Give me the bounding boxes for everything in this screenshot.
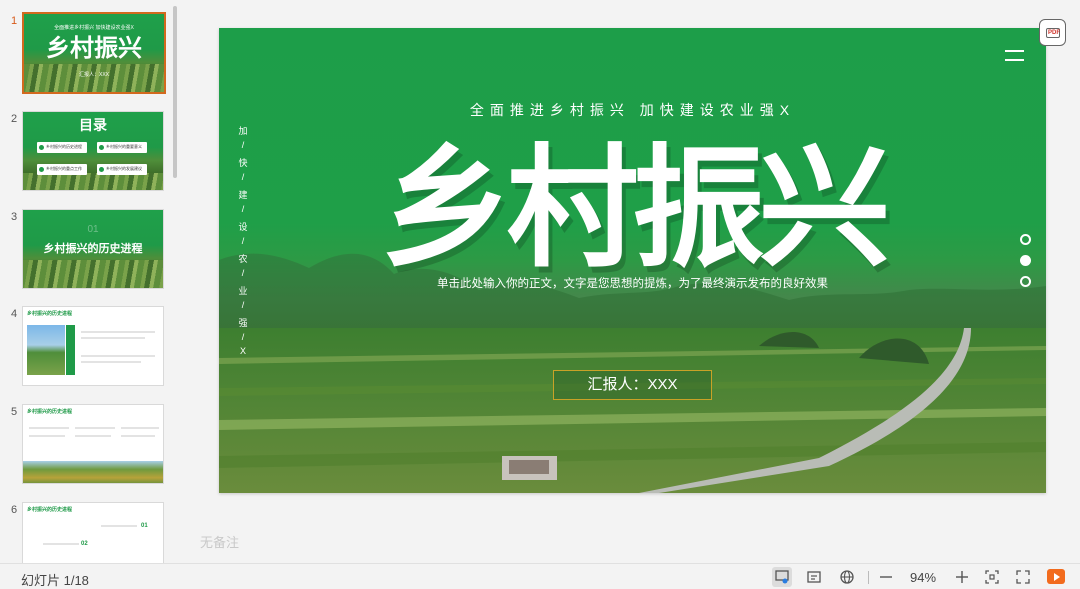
fullscreen-icon <box>1016 570 1030 584</box>
thumbnail-number: 4 <box>11 308 18 320</box>
fit-screen-button[interactable] <box>982 567 1002 587</box>
fullscreen-button[interactable] <box>1013 567 1033 587</box>
thumbnail-preview[interactable]: 全面推进乡村振兴 加快建设农业强X 乡村振兴 汇报人：XXX <box>22 12 166 94</box>
language-button[interactable] <box>837 567 857 587</box>
thumbnail-landscape <box>23 172 163 190</box>
thumbnail-number: 3 <box>11 211 18 223</box>
thumbnail-preview[interactable]: 乡村振兴的历史进程 01 02 <box>22 502 164 563</box>
thumbnail-landscape <box>23 259 163 288</box>
vertical-text-char: / <box>241 300 245 310</box>
notes-view-button[interactable] <box>772 567 792 587</box>
thumbnail-text-line <box>43 543 79 545</box>
slide-thumbnail-panel: 1 全面推进乡村振兴 加快建设农业强X 乡村振兴 汇报人：XXX 2 目录 乡村… <box>0 0 184 563</box>
thumbnail-preview[interactable]: 目录 乡村振兴的历史进程 乡村振兴的重要意义 乡村振兴的重点工作 乡村振兴的发展… <box>22 111 164 191</box>
zoom-out-button[interactable] <box>876 567 896 587</box>
thumbnail-label: 01 <box>141 523 148 529</box>
notes-view-icon <box>775 570 789 584</box>
plus-icon <box>956 571 968 583</box>
comment-icon <box>807 571 821 583</box>
thumbnail-preview[interactable]: 乡村振兴的历史进程 <box>22 306 164 386</box>
thumbnail-number: 5 <box>11 406 18 418</box>
menu-icon[interactable] <box>1005 50 1024 52</box>
thumbnail-caption: 01 <box>87 224 99 235</box>
thumbnail-preview[interactable]: 01 乡村振兴的历史进程 <box>22 209 164 289</box>
minus-icon <box>880 576 892 578</box>
thumbnail-number: 1 <box>11 15 18 27</box>
thumbnail-text-line <box>75 435 111 437</box>
fit-screen-icon <box>985 570 999 584</box>
pdf-export-button[interactable]: PDF <box>1039 19 1066 46</box>
status-divider <box>868 571 869 584</box>
thumbnail-title: 乡村振兴的历史进程 <box>43 243 143 255</box>
thumbnail-number: 2 <box>11 113 18 125</box>
thumbnail-title: 目录 <box>79 117 107 133</box>
thumbnail-item-6[interactable]: 6 乡村振兴的历史进程 01 02 <box>0 502 172 563</box>
globe-icon <box>840 570 854 584</box>
thumbnail-toc-item: 乡村振兴的重点工作 <box>37 164 87 175</box>
thumbnail-accent-bar <box>66 325 75 375</box>
thumbnail-text-line <box>29 427 69 429</box>
slide-body-text[interactable]: 单击此处输入你的正文，文字是您思想的提炼，为了最终演示发布的良好效果 <box>219 275 1046 291</box>
slide-canvas[interactable]: 加 / 快 / 建 / 设 / 农 / 业 / 强 / X 全面推进乡村振兴 加… <box>219 28 1046 493</box>
nav-dot-1[interactable] <box>1020 234 1031 245</box>
thumbnail-text-line <box>121 435 155 437</box>
slide-counter: 幻灯片 1/18 <box>21 573 89 588</box>
thumbnail-item-4[interactable]: 4 乡村振兴的历史进程 <box>0 306 172 390</box>
thumbnail-item-1[interactable]: 1 全面推进乡村振兴 加快建设农业强X 乡村振兴 汇报人：XXX <box>0 12 172 97</box>
thumbnail-item-2[interactable]: 2 目录 乡村振兴的历史进程 乡村振兴的重要意义 乡村振兴的重点工作 乡村振兴的… <box>0 111 172 195</box>
thumbnail-text-line <box>81 331 155 333</box>
thumbnail-heading: 乡村振兴的历史进程 <box>27 507 73 513</box>
thumbnail-reporter: 汇报人：XXX <box>78 72 109 78</box>
thumbnail-number: 6 <box>11 504 18 516</box>
thumbnail-text-line <box>121 427 159 429</box>
status-bar: 幻灯片 1/18 94% <box>0 563 1080 589</box>
vertical-text-char: / <box>241 332 245 342</box>
thumbnail-preview[interactable]: 乡村振兴的历史进程 <box>22 404 164 484</box>
thumbnail-heading: 乡村振兴的历史进程 <box>27 409 73 415</box>
thumbnail-toc-item: 乡村振兴的重要意义 <box>97 142 147 153</box>
thumbnail-image <box>23 461 163 483</box>
nav-dot-2[interactable] <box>1020 255 1031 266</box>
pdf-export-icon: PDF <box>1046 28 1060 38</box>
menu-icon[interactable] <box>1005 59 1024 61</box>
thumbnail-heading: 乡村振兴的历史进程 <box>27 311 73 317</box>
thumbnail-text-line <box>81 355 155 357</box>
zoom-in-button[interactable] <box>952 567 972 587</box>
thumbnail-text-line <box>81 337 145 339</box>
slide-title[interactable]: 乡村振兴 <box>219 102 1046 293</box>
zoom-level[interactable]: 94% <box>910 570 936 585</box>
vertical-text-char: X <box>239 346 246 356</box>
notes-placeholder[interactable]: 无备注 <box>200 532 239 551</box>
reporter-box[interactable]: 汇报人：XXX <box>553 370 712 400</box>
play-slideshow-button[interactable] <box>1047 569 1065 584</box>
thumbnail-toc-item: 乡村振兴的发展建议 <box>97 164 147 175</box>
thumbnail-title: 乡村振兴 <box>46 35 142 62</box>
comment-button[interactable] <box>804 567 824 587</box>
thumbnail-text-line <box>75 427 115 429</box>
thumbnail-label: 02 <box>81 541 88 547</box>
thumbnail-item-3[interactable]: 3 01 乡村振兴的历史进程 <box>0 209 172 293</box>
thumbnail-toc-item: 乡村振兴的历史进程 <box>37 142 87 153</box>
thumbnail-item-5[interactable]: 5 乡村振兴的历史进程 <box>0 404 172 488</box>
vertical-text-char: 强 <box>238 318 248 328</box>
thumbnail-scrollbar[interactable] <box>173 6 177 178</box>
thumbnail-text-line <box>81 361 141 363</box>
thumbnail-text-line <box>29 435 65 437</box>
nav-dot-3[interactable] <box>1020 276 1031 287</box>
thumbnail-text-line <box>101 525 137 527</box>
thumbnail-image <box>27 325 65 375</box>
